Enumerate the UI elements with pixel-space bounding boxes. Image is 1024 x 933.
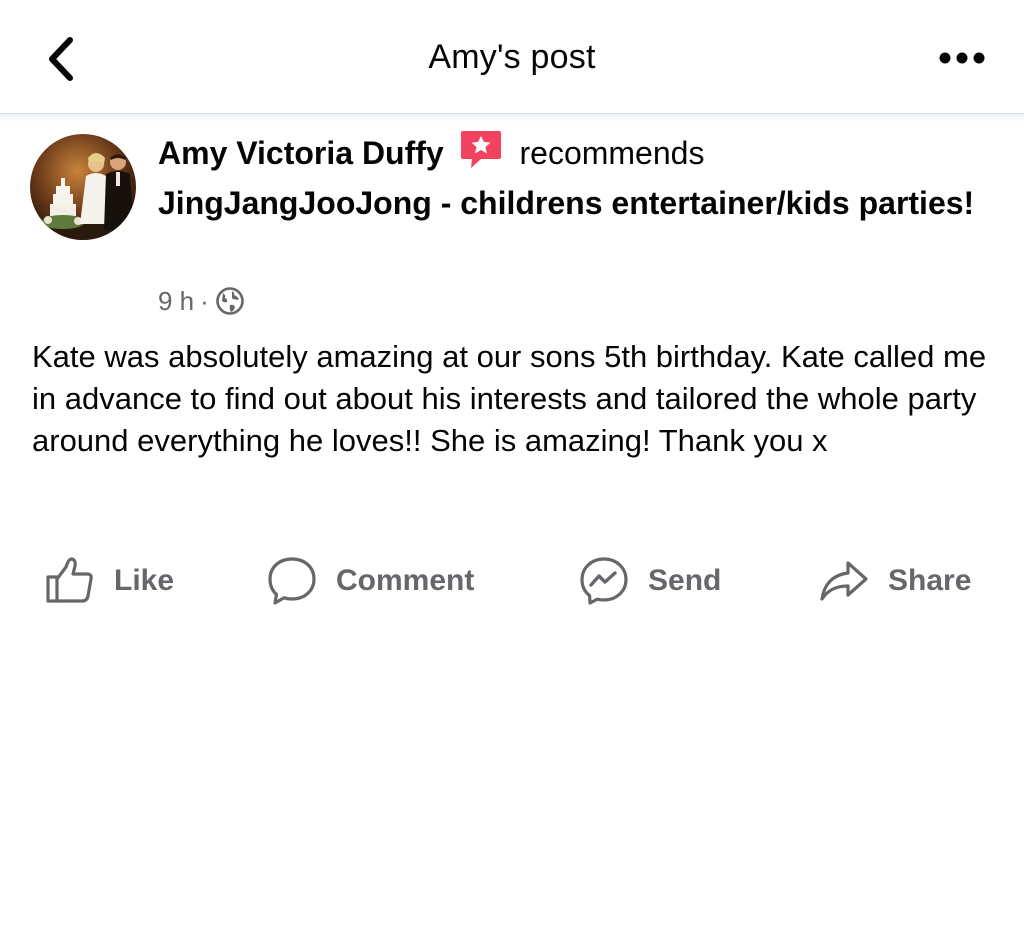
more-horizontal-icon xyxy=(939,52,985,64)
post-time[interactable]: 9 h xyxy=(158,286,194,317)
page-title: Amy's post xyxy=(428,38,596,76)
post-text: Kate was absolutely amazing at our sons … xyxy=(32,339,987,458)
post-action-bar: Like Comment Send Share xyxy=(0,546,1024,616)
avatar-photo xyxy=(30,134,136,240)
post-header-text: Amy Victoria Duffy recommends JingJangJo… xyxy=(158,128,998,228)
comment-button[interactable]: Comment xyxy=(266,546,474,616)
header-divider xyxy=(0,114,1024,122)
globe-icon xyxy=(216,287,244,315)
share-label: Share xyxy=(888,564,972,597)
send-button[interactable]: Send xyxy=(578,546,721,616)
recommend-verb: recommends xyxy=(519,135,705,171)
more-options-button[interactable] xyxy=(938,48,986,68)
meta-separator: · xyxy=(200,285,209,316)
thumbs-up-icon xyxy=(46,557,93,603)
comment-bubble-icon xyxy=(268,557,316,605)
send-label: Send xyxy=(648,564,722,597)
comment-label: Comment xyxy=(336,564,475,597)
recommended-page-name[interactable]: JingJangJooJong - childrens entertainer/… xyxy=(158,185,974,221)
messenger-icon xyxy=(580,557,628,605)
avatar[interactable] xyxy=(30,134,136,240)
star-speech-bubble-icon xyxy=(460,131,501,168)
top-bar: Amy's post xyxy=(0,0,1024,114)
author-name[interactable]: Amy Victoria Duffy xyxy=(158,135,444,171)
share-button[interactable]: Share xyxy=(818,546,971,616)
share-arrow-icon xyxy=(820,561,868,601)
post-meta: 9 h · xyxy=(158,284,245,318)
like-label: Like xyxy=(114,564,175,597)
like-button[interactable]: Like xyxy=(44,546,174,616)
